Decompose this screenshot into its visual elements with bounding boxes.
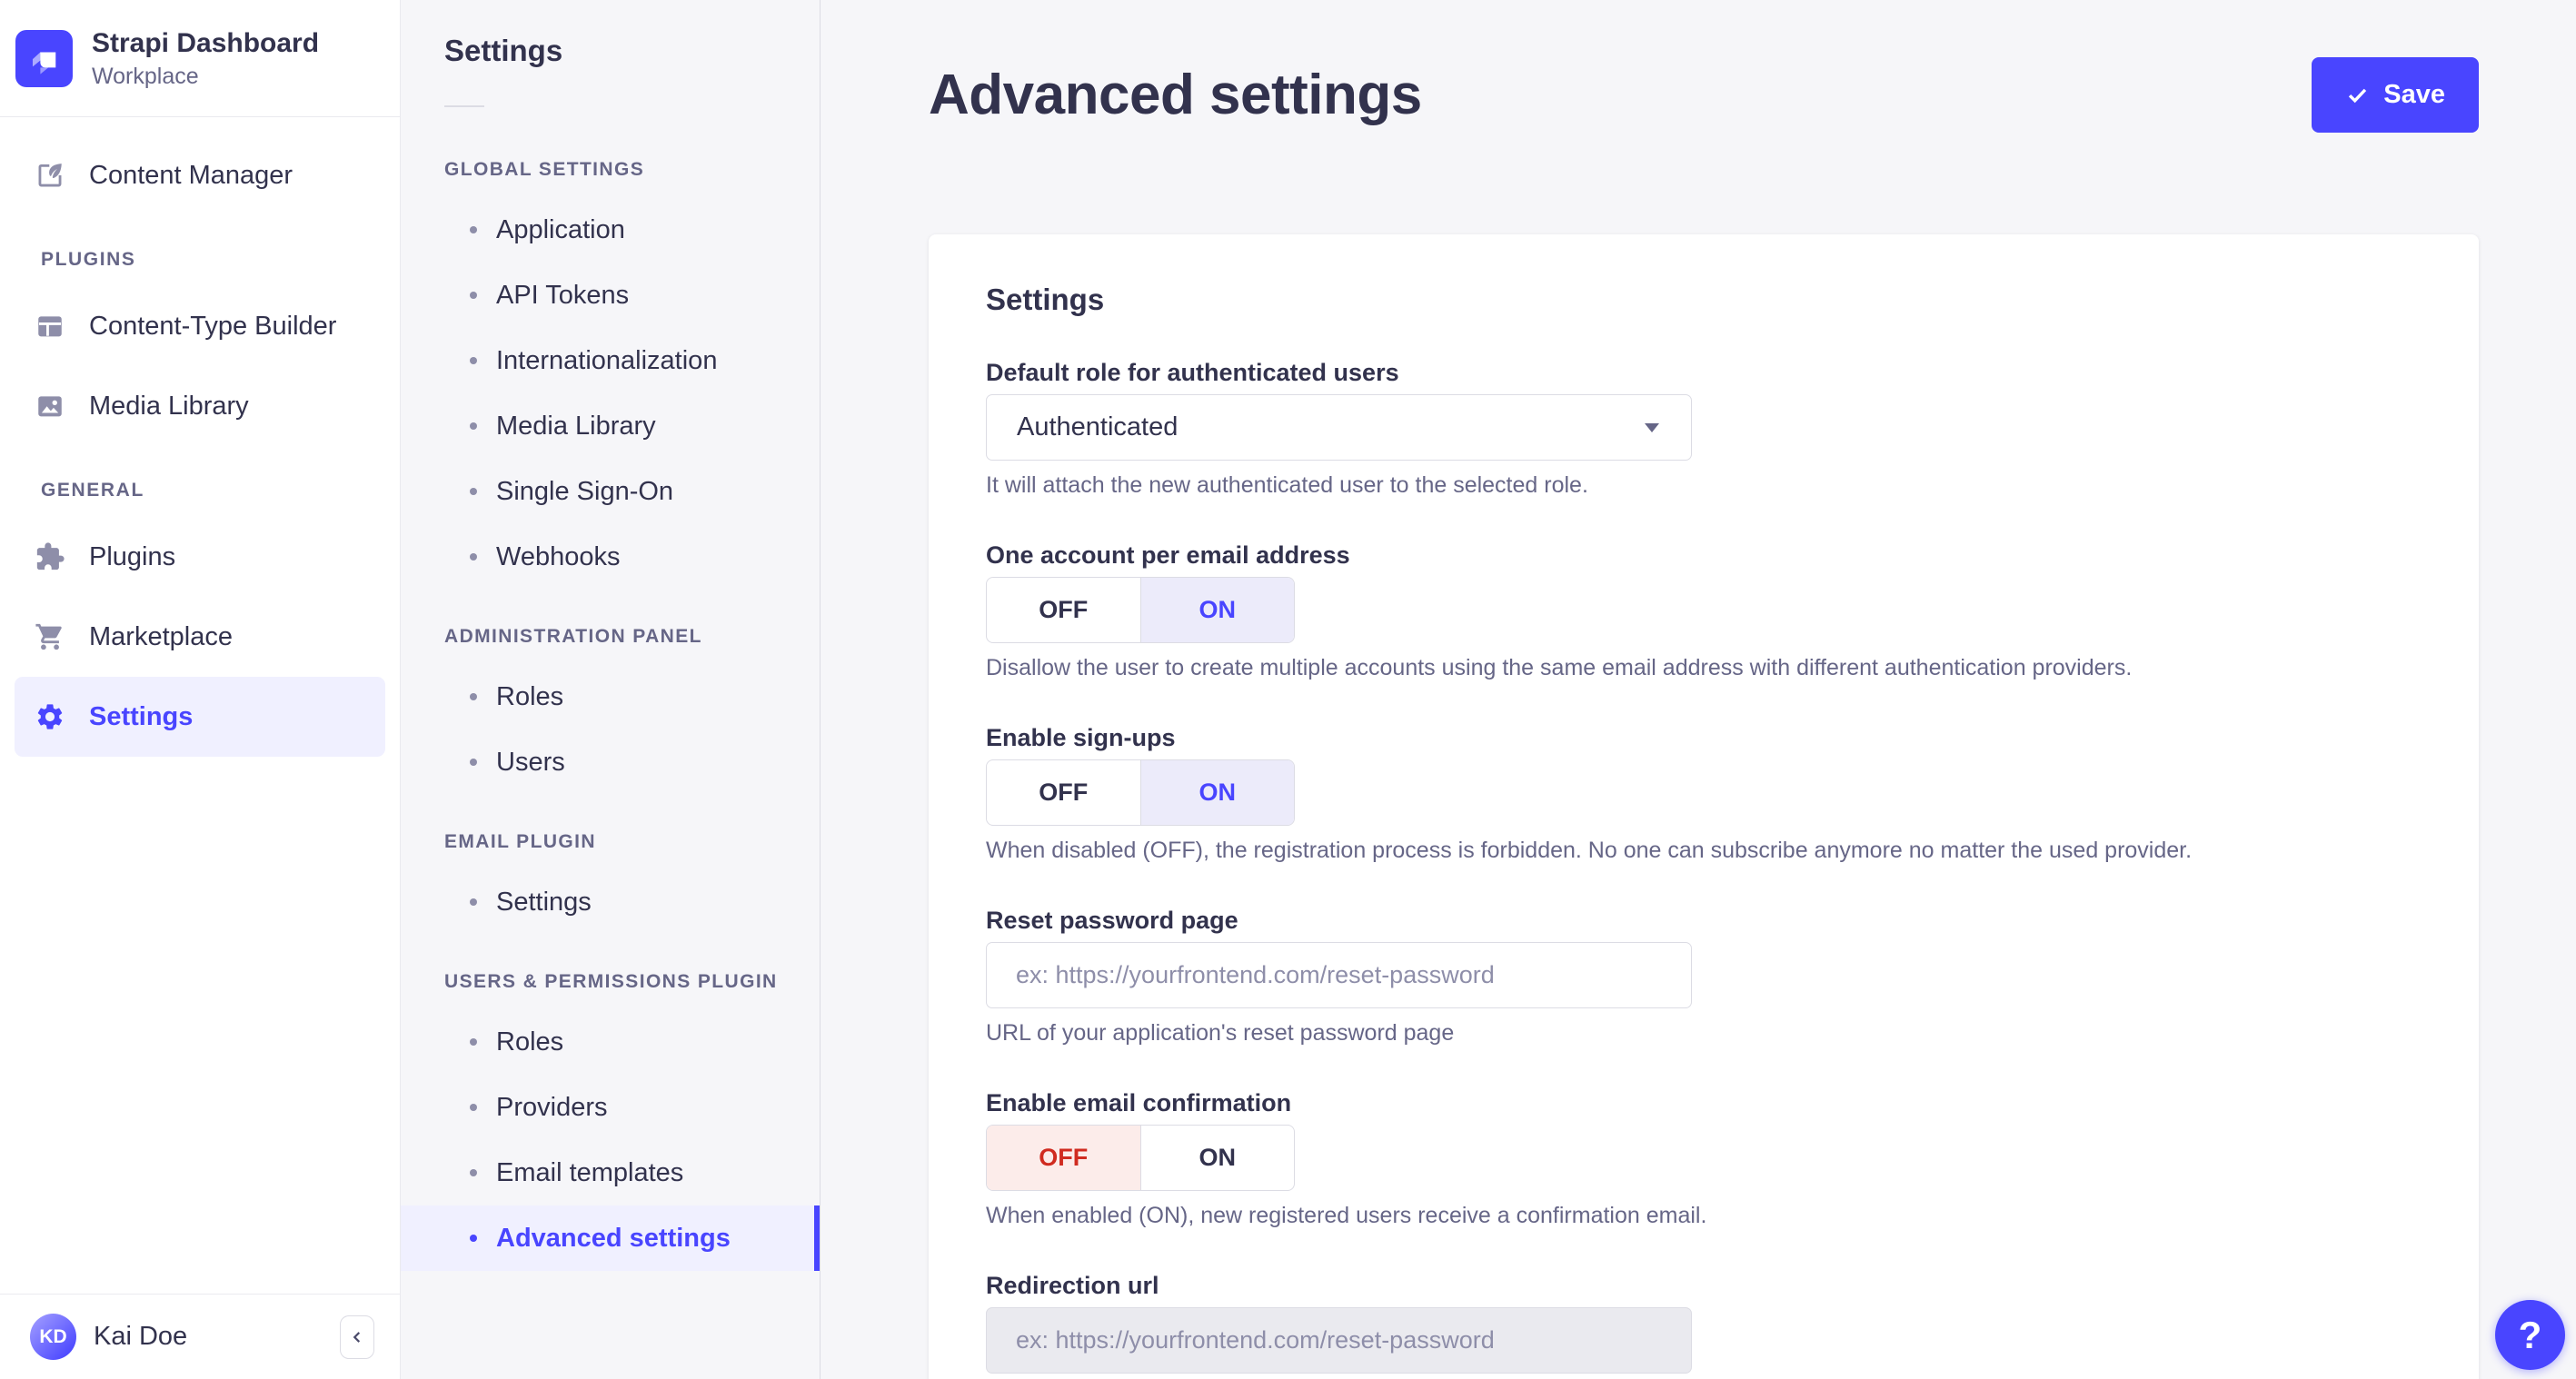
field-hint: URL of your application's reset password…	[986, 1020, 1455, 1046]
nav-item-media-library[interactable]: Media Library	[15, 366, 385, 446]
field-reset-password: Reset password page URL of your applicat…	[986, 908, 2421, 1047]
content-type-builder-icon	[35, 311, 65, 342]
sign-ups-toggle[interactable]: OFF ON	[986, 759, 1295, 826]
nav-item-content-manager[interactable]: Content Manager	[15, 135, 385, 215]
page-title: Advanced settings	[929, 63, 1422, 126]
subnav-section-global-settings: GLOBAL SETTINGS	[444, 159, 645, 180]
chevron-down-icon	[1645, 422, 1659, 432]
plugins-icon	[35, 541, 65, 572]
nav-item-label: Settings	[89, 701, 194, 731]
card-title: Settings	[986, 283, 1105, 316]
settings-card: Settings Default role for authenticated …	[929, 234, 2479, 1379]
main-content: Advanced settings Save Settings Default …	[821, 0, 2576, 1379]
subnav-item-webhooks[interactable]: Webhooks	[401, 524, 820, 590]
subnav-section-email-plugin: EMAIL PLUGIN	[444, 831, 596, 852]
field-label: Enable email confirmation	[986, 1089, 1292, 1116]
user-menu[interactable]: KD Kai Doe	[30, 1314, 187, 1360]
toggle-off-option[interactable]: OFF	[987, 578, 1140, 642]
subnav-item-up-email-templates[interactable]: Email templates	[401, 1140, 820, 1205]
brand-text: Strapi Dashboard Workplace	[92, 27, 319, 90]
save-button[interactable]: Save	[2312, 56, 2479, 133]
help-button[interactable]: ?	[2495, 1300, 2565, 1370]
field-hint: It will attach the new authenticated use…	[986, 472, 1588, 498]
nav-item-label: Content-Type Builder	[89, 311, 337, 341]
subnav-item-api-tokens[interactable]: API Tokens	[401, 263, 820, 328]
subnav-item-single-sign-on[interactable]: Single Sign-On	[401, 459, 820, 524]
toggle-off-option[interactable]: OFF	[987, 1126, 1140, 1190]
field-label: Default role for authenticated users	[986, 359, 1399, 386]
nav-item-plugins[interactable]: Plugins	[15, 517, 385, 597]
nav-item-label: Media Library	[89, 391, 249, 421]
nav-item-label: Marketplace	[89, 621, 233, 651]
field-default-role: Default role for authenticated users Aut…	[986, 360, 2421, 499]
subnav-item-email-settings[interactable]: Settings	[401, 869, 820, 935]
subnav-title: Settings	[444, 34, 563, 67]
subnav-item-up-roles[interactable]: Roles	[401, 1009, 820, 1075]
strapi-logo-icon	[15, 29, 73, 87]
field-hint: Disallow the user to create multiple acc…	[986, 655, 2133, 680]
subnav-item-application[interactable]: Application	[401, 197, 820, 263]
subnav-list: GLOBAL SETTINGS Application API Tokens I…	[401, 148, 820, 1271]
field-label: Enable sign-ups	[986, 724, 1176, 751]
reset-password-input[interactable]	[986, 942, 1692, 1008]
page-header: Advanced settings Save	[929, 56, 2479, 133]
subnav-item-admin-roles[interactable]: Roles	[401, 664, 820, 729]
toggle-on-option[interactable]: ON	[1139, 1126, 1295, 1190]
toggle-on-option[interactable]: ON	[1139, 578, 1294, 642]
field-label: Reset password page	[986, 907, 1238, 934]
main-nav: Content Manager PLUGINS Content-Type Bui…	[0, 117, 400, 1294]
nav-item-settings[interactable]: Settings	[15, 677, 385, 757]
strapi-admin-app: Strapi Dashboard Workplace Content Manag…	[0, 0, 2576, 1379]
workspace-title: Strapi Dashboard	[92, 27, 320, 58]
one-account-toggle[interactable]: OFF ON	[986, 577, 1295, 643]
select-value: Authenticated	[1017, 412, 1179, 441]
nav-section-header-plugins: PLUGINS	[41, 249, 136, 270]
check-icon	[2345, 83, 2370, 107]
field-hint: When enabled (ON), new registered users …	[986, 1203, 1707, 1228]
field-one-account: One account per email address OFF ON Dis…	[986, 542, 2421, 681]
nav-item-marketplace[interactable]: Marketplace	[15, 597, 385, 677]
subnav-section-administration-panel: ADMINISTRATION PANEL	[444, 626, 702, 647]
subnav-item-up-advanced-settings[interactable]: Advanced settings	[401, 1205, 820, 1271]
avatar: KD	[30, 1314, 76, 1360]
field-hint: When disabled (OFF), the registration pr…	[986, 838, 2193, 863]
subnav-item-media-library[interactable]: Media Library	[401, 393, 820, 459]
default-role-select[interactable]: Authenticated	[986, 394, 1692, 461]
nav-item-label: Content Manager	[89, 160, 293, 190]
workspace-subtitle: Workplace	[92, 63, 199, 89]
email-confirmation-toggle[interactable]: OFF ON	[986, 1125, 1295, 1191]
nav-item-label: Plugins	[89, 541, 176, 571]
redirection-url-input	[986, 1307, 1692, 1374]
field-email-confirmation: Enable email confirmation OFF ON When en…	[986, 1090, 2421, 1229]
subnav-divider	[444, 105, 484, 107]
nav-item-content-type-builder[interactable]: Content-Type Builder	[15, 286, 385, 366]
subnav-item-admin-users[interactable]: Users	[401, 729, 820, 795]
field-redirection-url: Redirection url	[986, 1273, 2421, 1374]
collapse-sidebar-button[interactable]	[340, 1315, 374, 1359]
subnav-item-up-providers[interactable]: Providers	[401, 1075, 820, 1140]
question-mark-icon: ?	[2518, 1313, 2542, 1356]
content-manager-icon	[35, 160, 65, 191]
toggle-on-option[interactable]: ON	[1139, 760, 1294, 825]
main-sidebar: Strapi Dashboard Workplace Content Manag…	[0, 0, 401, 1379]
save-button-label: Save	[2383, 79, 2445, 109]
subnav-item-internationalization[interactable]: Internationalization	[401, 328, 820, 393]
field-sign-ups: Enable sign-ups OFF ON When disabled (OF…	[986, 725, 2421, 864]
field-label: Redirection url	[986, 1272, 1159, 1299]
settings-subnav: Settings GLOBAL SETTINGS Application API…	[401, 0, 821, 1379]
field-label: One account per email address	[986, 541, 1350, 569]
workspace-switcher[interactable]: Strapi Dashboard Workplace	[0, 0, 400, 117]
toggle-off-option[interactable]: OFF	[987, 760, 1140, 825]
user-name: Kai Doe	[94, 1322, 188, 1351]
nav-section-header-general: GENERAL	[41, 480, 144, 501]
sidebar-footer: KD Kai Doe	[0, 1294, 400, 1379]
subnav-section-users-permissions-plugin: USERS & PERMISSIONS PLUGIN	[444, 971, 778, 992]
gear-icon	[35, 701, 65, 732]
media-library-icon	[35, 391, 65, 422]
marketplace-cart-icon	[35, 621, 65, 652]
chevron-left-icon	[347, 1327, 367, 1347]
